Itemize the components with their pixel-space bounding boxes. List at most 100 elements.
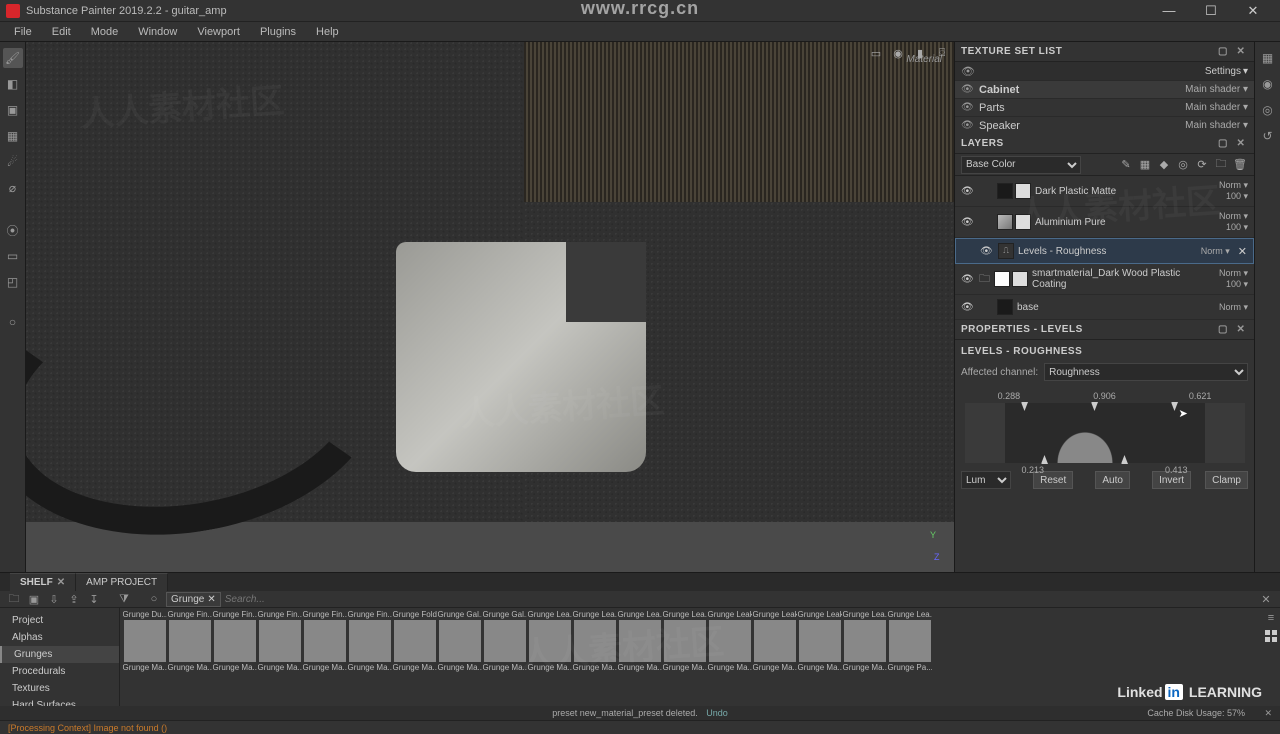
shelf-item[interactable]: Grunge Fin... Grunge Ma... (167, 610, 212, 716)
shelf-tab-shelf[interactable]: SHELF✕ (10, 573, 76, 591)
visibility-icon[interactable]: 👁 (980, 246, 994, 257)
visibility-icon[interactable]: 👁 (961, 274, 975, 285)
add-layer-icon[interactable]: ⟳ (1194, 157, 1210, 173)
visibility-icon[interactable]: 👁 (961, 120, 975, 131)
maximize-button[interactable]: ☐ (1190, 0, 1232, 22)
layer-row[interactable]: 👁⎍Levels - Roughness Norm ▾✕ (955, 238, 1254, 264)
menu-plugins[interactable]: Plugins (250, 24, 306, 40)
visibility-icon[interactable]: 👁 (961, 186, 975, 197)
input-mid-handle[interactable] (1091, 402, 1098, 411)
shelf-category[interactable]: Textures (0, 680, 119, 697)
input-black-handle[interactable] (1021, 402, 1028, 411)
panel-dock-icon[interactable]: ▢ (1216, 45, 1230, 59)
add-folder-icon[interactable]: 🗀 (1213, 157, 1229, 173)
fill-tool-icon[interactable]: ▦ (3, 126, 23, 146)
list-view-icon[interactable]: ≡ (1263, 610, 1279, 626)
shelf-item[interactable]: Grunge Folds Grunge Ma... (392, 610, 437, 716)
affected-channel-select[interactable]: Roughness (1044, 363, 1248, 381)
status-close-icon[interactable]: ✕ (1264, 708, 1272, 719)
shelf-item[interactable]: Grunge Lea... Grunge Pa... (887, 610, 932, 716)
menu-viewport[interactable]: Viewport (187, 24, 250, 40)
shelf-item[interactable]: Grunge Lea... Grunge Ma... (572, 610, 617, 716)
texture-set-row[interactable]: 👁 Parts Main shader ▾ (955, 98, 1254, 116)
texture-set-settings-icon[interactable]: ▦ (1258, 48, 1278, 68)
projection-tool-icon[interactable]: ▣ (3, 100, 23, 120)
export-icon[interactable]: ⇪ (66, 591, 82, 607)
texture-set-row[interactable]: 👁 Speaker Main shader ▾ (955, 116, 1254, 134)
blend-mode[interactable]: Norm ▾100 ▾ (1219, 180, 1248, 202)
close-icon[interactable]: ✕ (57, 577, 65, 588)
screenshot-icon[interactable]: ⌼ (934, 45, 950, 61)
add-fill-icon[interactable]: ◆ (1156, 157, 1172, 173)
picker-tool-icon[interactable]: ⦿ (3, 220, 23, 240)
shelf-item[interactable]: Grunge Lea... Grunge Ma... (527, 610, 572, 716)
shelf-item[interactable]: Grunge Lea... Grunge Ma... (662, 610, 707, 716)
shelf-item[interactable]: Grunge Leaks Grunge Ma... (797, 610, 842, 716)
import2-icon[interactable]: ↧ (86, 591, 102, 607)
shelf-item[interactable]: Grunge Leaks Grunge Ma... (752, 610, 797, 716)
camera-icon[interactable]: ▮ (912, 45, 928, 61)
shelf-category[interactable]: Grunges (0, 646, 119, 663)
shelf-item[interactable]: Grunge Fin... Grunge Ma... (257, 610, 302, 716)
shader-dropdown[interactable]: Main shader ▾ (1185, 102, 1248, 113)
shelf-category[interactable]: Alphas (0, 629, 119, 646)
visibility-icon[interactable]: 👁 (961, 84, 975, 95)
shelf-close-icon[interactable]: ✕ (1258, 591, 1274, 607)
grid-view-icon[interactable] (1265, 630, 1277, 642)
folder-icon[interactable]: 🗀 (979, 270, 990, 289)
delete-layer-icon[interactable]: 🗑 (1232, 157, 1248, 173)
levels-histogram[interactable]: 0.288 0.906 0.621 ➤ 0.213 0.413 (961, 391, 1248, 461)
visibility-icon[interactable]: 👁 (961, 102, 975, 113)
shelf-category[interactable]: Procedurals (0, 663, 119, 680)
shader-dropdown[interactable]: Main shader ▾ (1185, 120, 1248, 131)
menu-window[interactable]: Window (128, 24, 187, 40)
clone-tool-icon[interactable]: ⌀ (3, 178, 23, 198)
blend-mode[interactable]: Norm ▾ (1201, 246, 1230, 257)
menu-help[interactable]: Help (306, 24, 349, 40)
layer-row[interactable]: 👁Aluminium Pure Norm ▾100 ▾ (955, 207, 1254, 238)
shelf-item[interactable]: Grunge Lea... Grunge Ma... (842, 610, 887, 716)
layer-row[interactable]: 👁base Norm ▾ (955, 295, 1254, 320)
shelf-item[interactable]: Grunge Gal... Grunge Ma... (437, 610, 482, 716)
blend-mode[interactable]: Norm ▾ (1219, 302, 1248, 313)
shelf-item[interactable]: Grunge Fin... Grunge Ma... (302, 610, 347, 716)
texture-set-row[interactable]: 👁 Cabinet Main shader ▾ (955, 80, 1254, 98)
shader-dropdown[interactable]: Main shader ▾ (1185, 84, 1248, 95)
shelf-item[interactable]: Grunge Fin... Grunge Ma... (347, 610, 392, 716)
panel-close-icon[interactable]: ✕ (1234, 45, 1248, 59)
minimize-button[interactable]: — (1148, 0, 1190, 22)
shelf-tab-amp-project[interactable]: AMP PROJECT (76, 573, 168, 591)
undo-link[interactable]: Undo (706, 708, 728, 718)
select-tool-icon[interactable]: ▭ (3, 246, 23, 266)
add-adjust-icon[interactable]: ◎ (1175, 157, 1191, 173)
effect-icon[interactable]: ✎ (1118, 157, 1134, 173)
reload-icon[interactable]: ○ (146, 591, 162, 607)
menu-edit[interactable]: Edit (42, 24, 81, 40)
close-button[interactable]: ✕ (1232, 0, 1274, 22)
panel-close-icon[interactable]: ✕ (1234, 137, 1248, 151)
visibility-all-icon[interactable]: 👁 (961, 65, 975, 78)
blend-mode[interactable]: Norm ▾100 ▾ (1219, 268, 1248, 290)
shelf-item[interactable]: Grunge Gal... Grunge Ma... (482, 610, 527, 716)
close-icon[interactable]: ✕ (207, 594, 215, 605)
panel-dock-icon[interactable]: ▢ (1216, 323, 1230, 337)
visibility-icon[interactable]: 👁 (961, 217, 975, 228)
mask-thumb[interactable] (1012, 271, 1028, 287)
brush-tool-icon[interactable]: 🖌 (3, 48, 23, 68)
shading-icon[interactable]: ◉ (890, 45, 906, 61)
new-icon[interactable]: ▣ (26, 591, 42, 607)
add-mask-icon[interactable]: ▦ (1137, 157, 1153, 173)
history-icon[interactable]: ↺ (1258, 126, 1278, 146)
home-icon[interactable]: 🗀 (6, 591, 22, 607)
search-input[interactable] (225, 594, 1254, 605)
display-settings-icon[interactable]: ◉ (1258, 74, 1278, 94)
shader-settings-icon[interactable]: ◎ (1258, 100, 1278, 120)
blend-mode[interactable]: Norm ▾100 ▾ (1219, 211, 1248, 233)
viewport-3d[interactable]: ▭ ◉ ▮ ⌼ Material Y Z (26, 42, 954, 572)
shelf-item[interactable]: Grunge Du... Grunge Ma... (122, 610, 167, 716)
input-white-handle[interactable] (1171, 402, 1178, 411)
panel-close-icon[interactable]: ✕ (1234, 323, 1248, 337)
menu-file[interactable]: File (4, 24, 42, 40)
panel-dock-icon[interactable]: ▢ (1216, 137, 1230, 151)
filter-icon[interactable]: ⧩ (116, 591, 132, 607)
